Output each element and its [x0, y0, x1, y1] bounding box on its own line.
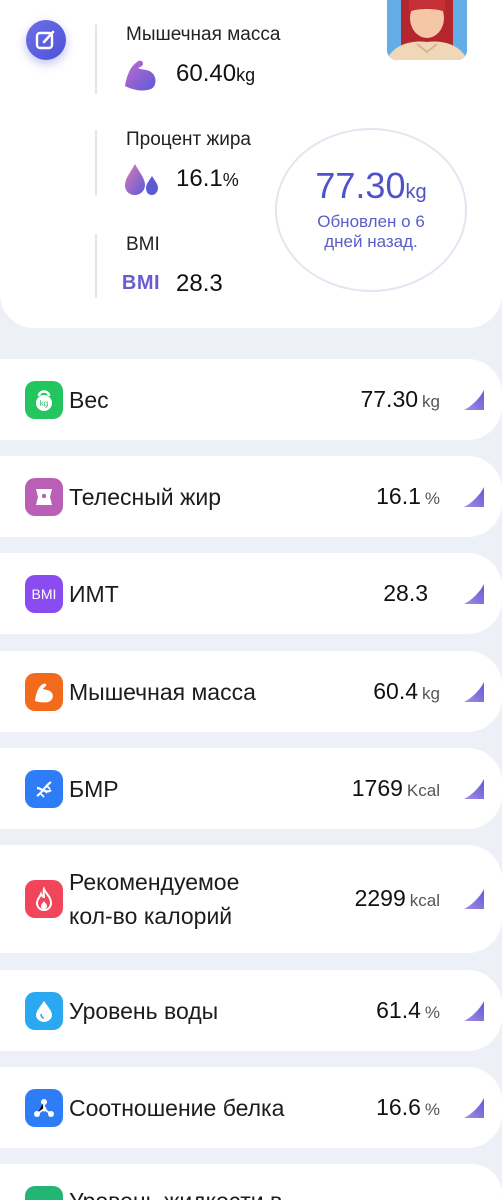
bmi-label: BMI — [126, 234, 160, 255]
metric-value: 1769 Kcal — [351, 774, 440, 801]
corner-arrow-icon — [464, 1097, 484, 1118]
weight-value: 77.30kg — [315, 165, 427, 206]
metric-label: ИМТ — [69, 580, 119, 607]
metric-value: 77.30 kg — [360, 385, 440, 412]
metric-row[interactable]: Уровень воды 61.4% — [0, 970, 502, 1051]
metric-row[interactable]: БМР 1769 Kcal — [0, 748, 502, 829]
flame-icon — [25, 880, 63, 918]
updated-text: Обновлен о 6 дней назад. — [317, 212, 425, 251]
metric-row[interactable]: Рекомендуемое кол-во калорий 2299 kcal — [0, 845, 502, 953]
metric-value: 16.1% — [376, 482, 440, 509]
metric-row[interactable]: Соотношение белка 16.6% — [0, 1067, 502, 1148]
corner-arrow-icon — [464, 889, 484, 909]
metric-label: Рекомендуемое кол-во калорий — [69, 869, 240, 929]
divider — [95, 234, 97, 298]
metric-label: БМР — [69, 775, 119, 802]
fat-percent-value: 16.1% — [176, 165, 239, 192]
muscle-mass-label: Мышечная масса — [126, 24, 281, 45]
edit-icon — [35, 30, 55, 50]
divider — [95, 130, 97, 196]
metric-row[interactable]: BMI ИМТ 28.3 — [0, 553, 502, 634]
corner-arrow-icon — [464, 1000, 484, 1021]
corner-arrow-icon — [464, 778, 484, 799]
fat-percent-label: Процент жира — [126, 129, 251, 150]
bmi-value: 28.3 — [176, 270, 223, 297]
metric-row[interactable]: Уровень жидкости в — [0, 1164, 502, 1200]
metric-value: 60.4 kg — [373, 677, 440, 704]
metric-row[interactable]: Телесный жир 16.1% — [0, 456, 502, 537]
bmi-icon: BMI — [25, 574, 63, 613]
muscle-mass-value: 60.40kg — [176, 60, 256, 87]
edit-button[interactable] — [26, 20, 66, 60]
metric-row[interactable]: Мышечная масса 60.4 kg — [0, 651, 502, 732]
kettlebell-icon: kg — [25, 380, 63, 419]
dna-icon — [25, 769, 63, 808]
metric-label: Вес — [69, 386, 109, 413]
corner-arrow-icon — [464, 486, 484, 507]
metric-value: 61.4% — [376, 996, 440, 1023]
metric-label: Уровень жидкости в — [69, 1184, 282, 1200]
divider — [95, 24, 97, 94]
weight-circle: 77.30kg Обновлен о 6 дней назад. — [275, 128, 467, 292]
avatar[interactable] — [387, 0, 467, 60]
metric-row[interactable]: kg Вес 77.30 kg — [0, 359, 502, 440]
svg-text:kg: kg — [40, 399, 48, 408]
metric-value: 2299 kcal — [354, 885, 440, 911]
metric-label: Соотношение белка — [69, 1094, 285, 1121]
metric-label: Мышечная масса — [69, 678, 256, 705]
metric-label: Уровень воды — [69, 997, 219, 1024]
metric-value: 16.6% — [376, 1093, 440, 1120]
fluid-icon — [25, 1186, 63, 1200]
muscle-icon — [25, 672, 63, 711]
muscle-icon — [120, 54, 162, 94]
fat-drops-icon — [120, 159, 162, 199]
metric-value: 28.3 — [383, 579, 428, 606]
protein-icon — [25, 1088, 63, 1127]
bmi-icon: BMI — [121, 271, 161, 294]
corner-arrow-icon — [464, 389, 484, 410]
corner-arrow-icon — [464, 681, 484, 702]
water-drop-icon — [25, 991, 63, 1030]
metric-label: Телесный жир — [69, 483, 221, 510]
corner-arrow-icon — [464, 583, 484, 604]
body-fat-icon — [25, 477, 63, 516]
summary-card: Мышечная масса 60.40kg Процент жира 16.1… — [0, 0, 502, 328]
